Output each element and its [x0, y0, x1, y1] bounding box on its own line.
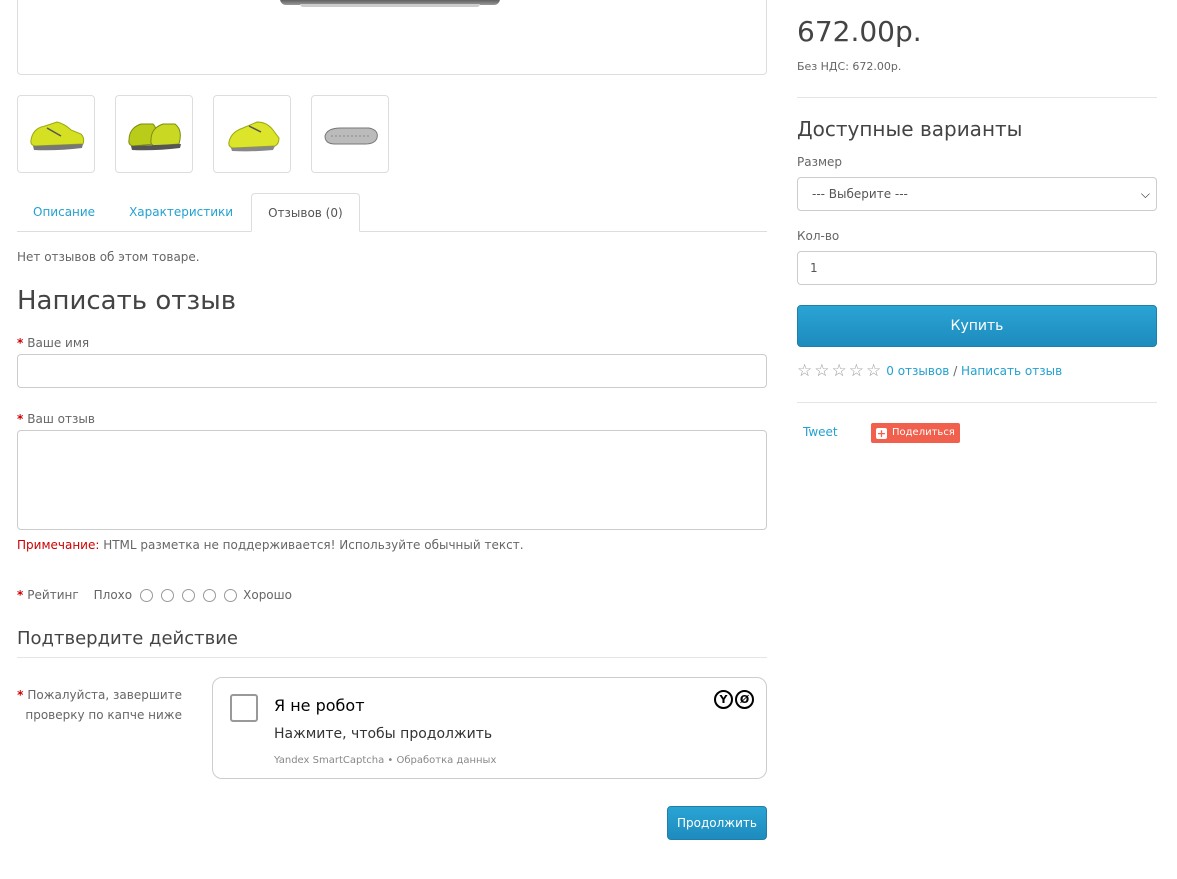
thumbnail-2[interactable] [115, 95, 193, 173]
note-prefix: Примечание: [17, 538, 100, 552]
share-button[interactable]: + Поделиться [871, 423, 960, 443]
variants-title: Доступные варианты [797, 117, 1023, 141]
star-empty-icon: ☆ [848, 361, 864, 381]
rating-bad-label: Плохо [93, 588, 133, 602]
rating-radio-2[interactable] [161, 588, 175, 602]
tab-description[interactable]: Описание [17, 193, 111, 231]
tweet-button[interactable]: Tweet [803, 425, 838, 439]
main-product-image[interactable] [17, 0, 767, 75]
size-select[interactable]: --- Выберите --- ⌵ [797, 177, 1157, 211]
captcha-title: Я не робот [274, 696, 365, 715]
name-label: * Ваше имя [17, 336, 90, 350]
shoe-sole-view-image [324, 127, 378, 145]
share-label: Поделиться [892, 427, 955, 438]
rating-radio-1[interactable] [140, 588, 154, 602]
rating-summary: ☆ ☆ ☆ ☆ ☆ 0 отзывов / Написать отзыв [797, 362, 1062, 380]
qty-input[interactable]: 1 [797, 251, 1157, 285]
required-mark: * [17, 588, 24, 602]
star-empty-icon: ☆ [831, 361, 847, 381]
thumbnail-list [17, 95, 389, 173]
price-ex-tax: Без НДС: 672.00р. [797, 60, 902, 73]
confirm-section-title: Подтвердите действие [17, 628, 767, 658]
note-text: HTML разметка не поддерживается! Использ… [99, 538, 524, 552]
yandex-logo-icon: Y [714, 690, 733, 709]
chevron-down-icon: ⌵ [1140, 187, 1150, 201]
product-price: 672.00р. [797, 15, 922, 48]
html-note: Примечание: HTML разметка не поддерживае… [17, 538, 524, 552]
rating-group: * Рейтинг Плохо Хорошо [17, 588, 292, 602]
rating-label: Рейтинг [27, 588, 79, 602]
divider [797, 97, 1157, 98]
write-review-title: Написать отзыв [17, 286, 237, 316]
star-empty-icon: ☆ [797, 361, 813, 381]
thumbnail-3[interactable] [213, 95, 291, 173]
product-tabs: Описание Характеристики Отзывов (0) [17, 193, 767, 232]
captcha-logos: Y Ø [714, 690, 754, 709]
reviews-count-link[interactable]: 0 отзывов [886, 364, 949, 378]
captcha-checkbox[interactable] [230, 694, 258, 722]
plus-icon: + [876, 426, 887, 440]
no-reviews-text: Нет отзывов об этом товаре. [17, 250, 200, 264]
thumbnail-1[interactable] [17, 95, 95, 173]
tab-reviews[interactable]: Отзывов (0) [251, 193, 360, 232]
name-input[interactable] [17, 354, 767, 388]
captcha-subtitle: Нажмите, чтобы продолжить [274, 726, 493, 742]
smartcaptcha-logo-icon: Ø [735, 690, 754, 709]
divider [797, 402, 1157, 403]
review-textarea[interactable] [17, 430, 767, 530]
tab-specifications[interactable]: Характеристики [113, 193, 249, 231]
required-mark: * [17, 412, 24, 426]
rating-radio-4[interactable] [203, 588, 217, 602]
size-selected-value: --- Выберите --- [812, 187, 908, 201]
required-mark: * [17, 688, 24, 702]
thumbnail-4[interactable] [311, 95, 389, 173]
star-empty-icon: ☆ [814, 361, 830, 381]
rating-radio-3[interactable] [182, 588, 196, 602]
shoe-side-image [30, 121, 85, 151]
required-mark: * [17, 336, 24, 350]
buy-button[interactable]: Купить [797, 305, 1157, 347]
smartcaptcha-widget: Я не робот Нажмите, чтобы продолжить Yan… [212, 677, 767, 779]
continue-button[interactable]: Продолжить [667, 806, 767, 840]
captcha-label: * Пожалуйста, завершите проверку по капче… [17, 688, 182, 722]
qty-label: Кол-во [797, 229, 840, 243]
captcha-footer[interactable]: Yandex SmartCaptcha • Обработка данных [274, 755, 496, 766]
review-label: * Ваш отзыв [17, 412, 95, 426]
shoe-angle-image [228, 121, 280, 152]
star-empty-icon: ☆ [866, 361, 882, 381]
shoe-pair-image [128, 123, 181, 151]
rating-radio-5[interactable] [224, 588, 238, 602]
shoe-sole-shadow [300, 4, 480, 7]
rating-good-label: Хорошо [243, 588, 292, 602]
write-review-link[interactable]: Написать отзыв [961, 364, 1062, 378]
link-separator: / [949, 364, 962, 378]
size-label: Размер [797, 155, 843, 169]
